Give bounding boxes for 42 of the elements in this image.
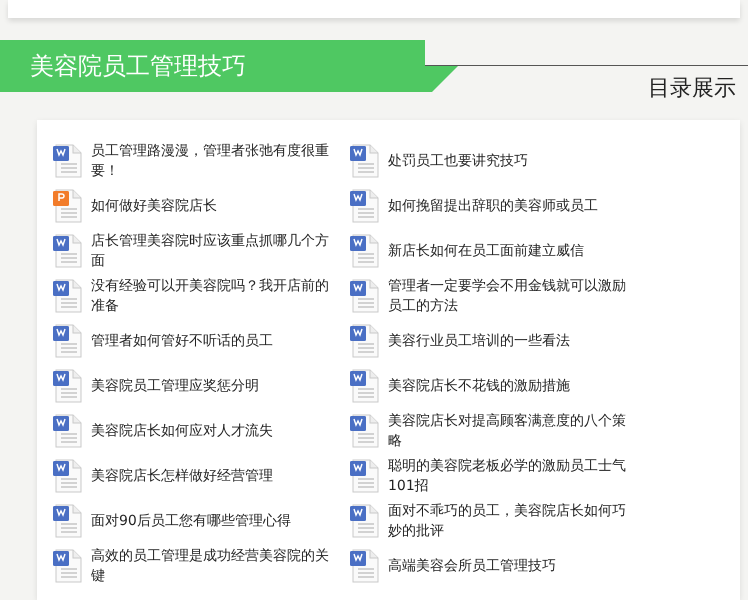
section-label: 目录展示	[648, 75, 736, 103]
word-document-icon	[53, 368, 83, 402]
word-document-icon	[53, 234, 83, 268]
word-document-icon	[350, 144, 380, 178]
document-title[interactable]: 如何做好美容院店长	[91, 186, 341, 226]
document-title[interactable]: 员工管理路漫漫，管理者张弛有度很重要！	[91, 140, 341, 180]
presentation-document-icon	[53, 188, 83, 222]
document-title[interactable]: 管理者如何管好不听话的员工	[91, 320, 341, 360]
word-document-icon	[53, 458, 83, 492]
document-title[interactable]: 美容院店长对提高顾客满意度的八个策略	[388, 410, 638, 450]
word-document-icon	[53, 548, 83, 582]
word-document-icon	[53, 504, 83, 538]
document-title[interactable]: 高端美容会所员工管理技巧	[388, 546, 638, 586]
document-title[interactable]: 面对90后员工您有哪些管理心得	[91, 500, 341, 540]
document-title[interactable]: 新店长如何在员工面前建立威信	[388, 230, 638, 270]
document-title[interactable]: 美容院员工管理应奖惩分明	[91, 366, 341, 406]
word-document-icon	[53, 414, 83, 448]
word-document-icon	[53, 144, 83, 178]
word-document-icon	[350, 504, 380, 538]
document-title[interactable]: 店长管理美容院时应该重点抓哪几个方面	[91, 230, 341, 270]
word-document-icon	[350, 324, 380, 358]
word-document-icon	[350, 234, 380, 268]
document-title[interactable]: 没有经验可以开美容院吗？我开店前的准备	[91, 276, 341, 316]
document-title[interactable]: 美容院店长怎样做好经营管理	[91, 456, 341, 496]
document-title[interactable]: 面对不乖巧的员工，美容院店长如何巧妙的批评	[388, 500, 638, 540]
document-title[interactable]: 聪明的美容院老板必学的激励员工士气101招	[388, 456, 638, 496]
word-document-icon	[350, 278, 380, 312]
document-title[interactable]: 处罚员工也要讲究技巧	[388, 140, 638, 180]
document-title[interactable]: 高效的员工管理是成功经营美容院的关键	[91, 546, 341, 586]
document-title[interactable]: 如何挽留提出辞职的美容师或员工	[388, 186, 638, 226]
document-title[interactable]: 管理者一定要学会不用金钱就可以激励员工的方法	[388, 276, 638, 316]
word-document-icon	[350, 188, 380, 222]
word-document-icon	[53, 324, 83, 358]
word-document-icon	[350, 458, 380, 492]
word-document-icon	[350, 414, 380, 448]
document-title[interactable]: 美容院店长如何应对人才流失	[91, 410, 341, 450]
word-document-icon	[350, 548, 380, 582]
section-banner: 美容院员工管理技巧	[0, 40, 458, 92]
word-document-icon	[53, 278, 83, 312]
word-document-icon	[350, 368, 380, 402]
document-title[interactable]: 美容院店长不花钱的激励措施	[388, 366, 638, 406]
document-title[interactable]: 美容行业员工培训的一些看法	[388, 320, 638, 360]
